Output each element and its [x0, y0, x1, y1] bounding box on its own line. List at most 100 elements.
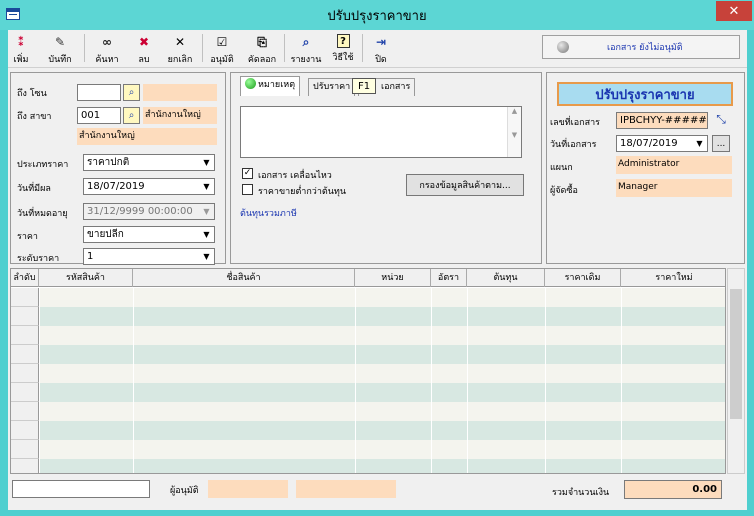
help-tooltip: F1 — [352, 78, 376, 94]
total-amount: 0.00 — [624, 480, 722, 499]
to-zone-input[interactable] — [77, 84, 121, 101]
delete-label: ลบ — [138, 55, 150, 65]
table-row[interactable] — [11, 402, 725, 421]
price-type-value: ราคาปกติ — [87, 157, 130, 168]
exit-button[interactable]: ⇥ ปิด — [370, 32, 392, 66]
grid-column-divider — [39, 287, 40, 473]
cancel-label: ยกเลิก — [167, 55, 193, 65]
row-selector[interactable] — [11, 383, 39, 402]
moving-doc-checkbox[interactable]: ✓ — [242, 168, 253, 179]
remarks-scrollbar[interactable]: ▲ ▼ — [507, 107, 521, 157]
below-cost-checkbox[interactable] — [242, 184, 253, 195]
col-product-code[interactable]: รหัสสินค้า — [39, 269, 133, 287]
tab-document-label: เอกสาร — [381, 82, 411, 92]
to-branch-label: ถึง สาขา — [17, 112, 52, 122]
branch-lookup-icon[interactable]: ⌕ — [123, 107, 140, 124]
approve-icon: ☑ — [216, 35, 228, 49]
approval-status-text: เอกสาร ยังไม่อนุมัติ — [607, 43, 683, 53]
window-close-button[interactable]: ✕ — [716, 1, 752, 21]
price-adjust-title: ปรับปรุงราคาขาย — [557, 82, 733, 106]
status-indicator-icon — [557, 41, 569, 53]
table-row[interactable] — [11, 421, 725, 440]
toolbar: ⁑ เพิ่ม ✎ บันทึก ∞ ค้นหา ✖ ลบ ✕ ยกเลิก ☑… — [8, 30, 747, 68]
search-button[interactable]: ∞ ค้นหา — [92, 32, 122, 66]
title-bar: ปรับปรุงราคาขาย ✕ — [0, 0, 754, 30]
tab-adjust-price-label: ปรับราคา — [313, 82, 351, 92]
grid-column-divider — [431, 287, 432, 473]
help-button[interactable]: ? วิธีใช้ — [330, 32, 356, 66]
chevron-down-icon: ▼ — [199, 249, 214, 264]
row-selector[interactable] — [11, 421, 39, 440]
zone-lookup-icon[interactable]: ⌕ — [123, 84, 140, 101]
table-row[interactable] — [11, 364, 725, 383]
approve-label: อนุมัติ — [210, 55, 234, 65]
col-seq[interactable]: ลำดับ — [11, 269, 39, 287]
add-button[interactable]: ⁑ เพิ่ม — [10, 32, 32, 66]
row-selector[interactable] — [11, 402, 39, 421]
delete-icon: ✖ — [138, 35, 150, 49]
more-button[interactable]: ... — [712, 135, 730, 152]
table-row[interactable] — [11, 440, 725, 459]
copy-button[interactable]: ⎘ คัดลอก — [246, 32, 278, 66]
row-selector[interactable] — [11, 459, 39, 473]
binoculars-icon: ∞ — [102, 35, 112, 49]
below-cost-label: ราคาขายต่ำกว่าต้นทุน — [258, 187, 346, 197]
row-selector[interactable] — [11, 345, 39, 364]
col-old-price[interactable]: ราคาเดิม — [545, 269, 621, 287]
report-icon: ⌕ — [302, 34, 310, 49]
row-selector[interactable] — [11, 307, 39, 326]
report-button[interactable]: ⌕ รายงาน — [290, 32, 322, 66]
col-cost[interactable]: ต้นทุน — [467, 269, 545, 287]
doc-no-input[interactable]: IPBCHYY-###### — [616, 112, 708, 129]
row-selector[interactable] — [11, 364, 39, 383]
filter-products-button[interactable]: กรองข้อมูลสินค้าตาม... — [406, 174, 524, 196]
search-label: ค้นหา — [95, 55, 119, 65]
copy-label: คัดลอก — [247, 55, 277, 65]
cost-incl-tax-link[interactable]: ต้นทุนรวมภาษี — [240, 206, 297, 220]
price-level-select[interactable]: 1 ▼ — [83, 248, 215, 265]
table-row[interactable] — [11, 288, 725, 307]
grid-scrollbar-thumb[interactable] — [730, 289, 742, 419]
col-unit[interactable]: หน่วย — [355, 269, 431, 287]
tab-adjust-price[interactable]: ปรับราคา — [308, 78, 356, 96]
table-row[interactable] — [11, 307, 725, 326]
grid-scrollbar[interactable] — [727, 268, 745, 474]
edit-doc-no-icon[interactable]: ⤡ — [712, 112, 730, 129]
toolbar-separator — [362, 34, 363, 62]
chevron-down-icon: ▼ — [199, 179, 214, 194]
price-select[interactable]: ขายปลีก ▼ — [83, 226, 215, 243]
approve-button[interactable]: ☑ อนุมัติ — [208, 32, 236, 66]
col-product-name[interactable]: ชื่อสินค้า — [133, 269, 355, 287]
app-icon — [6, 8, 20, 20]
approver-name — [296, 480, 396, 498]
to-branch-input[interactable]: 001 — [77, 107, 121, 124]
price-type-select[interactable]: ราคาปกติ ▼ — [83, 154, 215, 171]
table-row[interactable] — [11, 345, 725, 364]
chevron-down-icon: ▼ — [199, 227, 214, 242]
buyer-value: Manager — [616, 179, 732, 197]
row-selector[interactable] — [11, 326, 39, 345]
table-row[interactable] — [11, 326, 725, 345]
row-selector[interactable] — [11, 440, 39, 459]
branch-name-display: สำนักงานใหญ่ — [143, 107, 217, 124]
main-window: ⁑ เพิ่ม ✎ บันทึก ∞ ค้นหา ✖ ลบ ✕ ยกเลิก ☑… — [8, 30, 747, 510]
department-value: Administrator — [616, 156, 732, 174]
row-selector[interactable] — [11, 288, 39, 307]
doc-date-picker[interactable]: 18/07/2019 ▼ — [616, 135, 708, 152]
remarks-textarea[interactable]: ▲ ▼ — [240, 106, 522, 158]
delete-button[interactable]: ✖ ลบ — [134, 32, 154, 66]
col-new-price[interactable]: ราคาใหม่ — [621, 269, 725, 287]
save-button[interactable]: ✎ บันทึก — [44, 32, 76, 66]
cancel-button[interactable]: ✕ ยกเลิก — [166, 32, 194, 66]
col-rate[interactable]: อัตรา — [431, 269, 467, 287]
footer-search-input[interactable] — [12, 480, 150, 498]
tab-remarks[interactable]: หมายเหตุ — [240, 76, 301, 96]
effective-date-picker[interactable]: 18/07/2019 ▼ — [83, 178, 215, 195]
price-items-grid[interactable]: ลำดับ รหัสสินค้า ชื่อสินค้า หน่วย อัตรา … — [10, 268, 726, 474]
table-row[interactable] — [11, 383, 725, 402]
branch-full-name-display: สำนักงานใหญ่ — [77, 128, 217, 145]
table-row[interactable] — [11, 459, 725, 473]
expire-date-picker: 31/12/9999 00:00:00 ▼ — [83, 203, 215, 220]
grid-column-divider — [545, 287, 546, 473]
chevron-down-icon: ▼ — [199, 155, 214, 170]
